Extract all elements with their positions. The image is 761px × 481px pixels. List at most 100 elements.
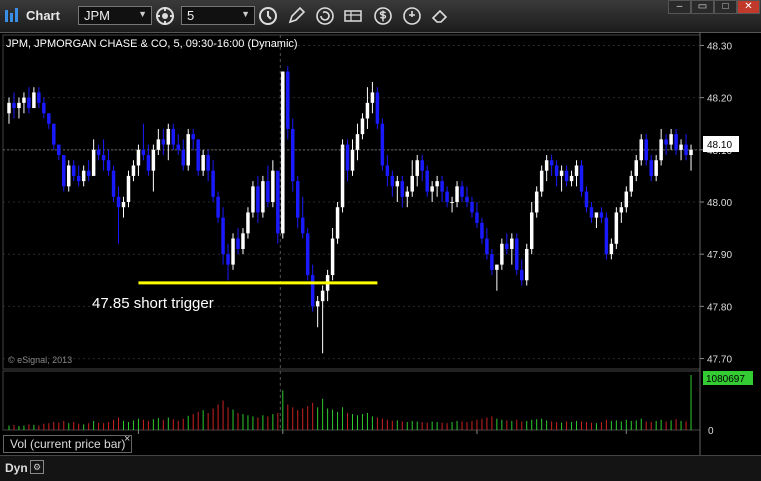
candle-body xyxy=(106,160,111,171)
candle-body xyxy=(17,102,21,109)
candle-body xyxy=(226,254,230,265)
candle-body xyxy=(350,149,355,171)
close-icon[interactable]: × xyxy=(124,433,130,445)
candle-body xyxy=(101,155,106,161)
candle-body xyxy=(515,238,519,270)
candle-body xyxy=(689,149,693,156)
candle-body xyxy=(584,191,589,208)
candle-body xyxy=(261,181,265,213)
candle-body xyxy=(111,170,116,197)
candle-body xyxy=(32,92,36,109)
alert-icon[interactable] xyxy=(402,6,422,26)
dollar-icon[interactable] xyxy=(373,6,393,26)
candle-body xyxy=(475,212,479,223)
candle-body xyxy=(524,248,529,281)
candle-body xyxy=(669,134,673,145)
candle-body xyxy=(609,243,614,255)
candle-body xyxy=(22,97,26,103)
candle-body xyxy=(206,155,210,171)
price-panel-frame xyxy=(2,34,701,370)
candle-body xyxy=(544,160,549,171)
candle-body xyxy=(564,170,569,182)
candle-body xyxy=(415,160,419,176)
chevron-down-icon[interactable]: ▼ xyxy=(138,9,147,19)
candle-body xyxy=(86,170,91,176)
restore-button[interactable]: ▭ xyxy=(691,0,714,14)
candle-body xyxy=(286,71,290,129)
interval-input[interactable]: 5 ▼ xyxy=(181,6,255,25)
candle-body xyxy=(400,181,405,197)
candle-body xyxy=(12,102,16,109)
candle-body xyxy=(440,181,444,192)
candle-body xyxy=(659,139,663,161)
candle-body xyxy=(256,186,260,213)
candle-body xyxy=(395,181,400,187)
candle-body xyxy=(385,165,390,176)
candle-body xyxy=(445,191,449,202)
candle-body xyxy=(594,212,599,218)
candle-body xyxy=(186,134,190,166)
candle-body xyxy=(465,196,469,202)
table-icon[interactable] xyxy=(343,6,363,26)
maximize-button[interactable]: □ xyxy=(714,0,737,14)
candle-body xyxy=(634,160,639,176)
candle-body xyxy=(241,233,245,249)
eraser-icon[interactable] xyxy=(430,6,450,26)
candle-body xyxy=(310,275,315,307)
candle-body xyxy=(559,170,564,176)
candle-body xyxy=(684,144,688,156)
candle-body xyxy=(604,217,609,255)
candle-body xyxy=(91,149,96,176)
candle-body xyxy=(62,155,66,187)
candle-body xyxy=(166,128,171,145)
scale-mode-label[interactable]: Dyn xyxy=(5,461,28,475)
symbol-link-icon[interactable] xyxy=(155,6,175,26)
trigger-annotation: 47.85 short trigger xyxy=(92,295,214,312)
candle-body xyxy=(96,149,101,156)
grid-layer xyxy=(2,32,701,455)
candle-body xyxy=(435,181,439,187)
settings-icon[interactable]: ⚙ xyxy=(30,460,44,474)
candle-body xyxy=(450,202,454,203)
clock-icon[interactable] xyxy=(258,6,278,26)
symbol-input[interactable]: JPM ▼ xyxy=(78,6,152,25)
chevron-down-icon[interactable]: ▼ xyxy=(241,9,250,19)
candle-body xyxy=(221,217,225,255)
candle-body xyxy=(37,92,41,103)
candle-body xyxy=(276,170,280,234)
candle-body xyxy=(131,165,136,176)
candle-body xyxy=(76,175,81,182)
candle-body xyxy=(291,128,295,182)
candle-body xyxy=(171,128,176,145)
candle-body xyxy=(196,139,200,171)
minimize-button[interactable]: – xyxy=(668,0,691,14)
volume-layer xyxy=(8,375,692,430)
window-title: Chart xyxy=(26,8,60,23)
candle-body xyxy=(654,160,658,176)
candle-body xyxy=(480,222,484,239)
candle-body xyxy=(7,102,11,114)
candle-body xyxy=(569,175,574,182)
candle-body xyxy=(71,165,76,176)
candle-body xyxy=(375,92,380,124)
close-button[interactable]: ✕ xyxy=(737,0,760,14)
refresh-icon[interactable] xyxy=(315,6,335,26)
candle-body xyxy=(554,165,559,176)
candle-body xyxy=(355,134,360,150)
candle-body xyxy=(136,149,141,166)
candle-body xyxy=(27,97,31,109)
candle-body xyxy=(370,92,375,103)
candle-body xyxy=(330,238,335,276)
candle-body xyxy=(231,238,235,265)
candle-body xyxy=(420,160,424,171)
candle-body xyxy=(340,144,345,208)
candle-body xyxy=(216,196,220,218)
candle-body xyxy=(455,186,459,202)
candle-body xyxy=(52,123,56,145)
volume-study-label[interactable]: Vol (current price bar) xyxy=(3,435,133,453)
candle-body xyxy=(614,212,619,244)
pencil-icon[interactable] xyxy=(286,6,306,26)
last-price-label: 48.10 xyxy=(707,140,732,151)
candle-body xyxy=(380,123,385,166)
candle-body xyxy=(300,217,305,234)
